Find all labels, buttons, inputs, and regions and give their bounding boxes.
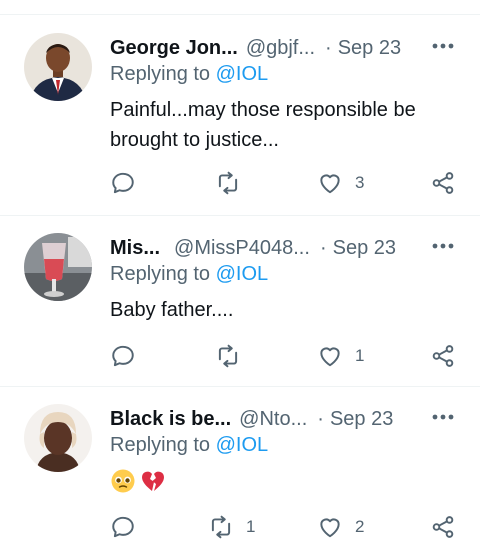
divider <box>0 386 480 387</box>
tweet-date[interactable]: Sep 23 <box>338 37 401 60</box>
retweet-icon <box>218 344 238 368</box>
like-button[interactable]: 3 <box>317 168 364 198</box>
replying-to-label: Replying to <box>110 263 216 285</box>
retweet-button[interactable]: 1 <box>208 512 255 542</box>
like-button[interactable]: 2 <box>317 512 364 542</box>
avatar[interactable] <box>24 33 92 101</box>
like-button[interactable]: 1 <box>317 341 364 371</box>
broken-heart-emoji <box>142 471 164 491</box>
retweet-icon <box>211 515 231 539</box>
reply-button[interactable] <box>110 512 136 542</box>
replying-to-line: Replying to @IOL <box>110 63 268 86</box>
divider <box>0 14 480 15</box>
mention-link[interactable]: @IOL <box>216 434 269 456</box>
mention-link[interactable]: @IOL <box>216 263 269 285</box>
reply-tweet[interactable]: Black is be... @Nto... · Sep 23 Replying… <box>0 404 480 554</box>
replying-to-line: Replying to @IOL <box>110 263 268 286</box>
mention-link[interactable]: @IOL <box>216 63 269 85</box>
tweet-actions: 3 <box>110 168 460 198</box>
retweet-count: 1 <box>246 517 256 536</box>
avatar[interactable] <box>24 404 92 472</box>
replying-to-line: Replying to @IOL <box>110 434 268 457</box>
user-handle[interactable]: @MissP4048... <box>174 237 310 260</box>
share-icon <box>432 172 454 194</box>
tweet-actions: 1 2 <box>110 512 460 542</box>
replying-to-label: Replying to <box>110 434 216 456</box>
tweet-header: Black is be... @Nto... · Sep 23 <box>110 404 455 434</box>
heart-icon <box>320 174 340 194</box>
tweet-date[interactable]: Sep 23 <box>333 237 396 260</box>
display-name[interactable]: Black is be... <box>110 408 231 431</box>
man-in-suit-avatar <box>24 33 92 101</box>
tweet-text: Painful...may those responsible be broug… <box>110 99 416 151</box>
display-name[interactable]: Mis... <box>110 237 160 260</box>
share-button[interactable] <box>430 168 456 198</box>
heart-icon <box>320 518 340 538</box>
separator: · <box>317 407 324 430</box>
share-icon <box>432 345 454 367</box>
pleading-face-emoji <box>111 469 135 493</box>
drink-glass-avatar <box>24 233 92 301</box>
replying-to-label: Replying to <box>110 63 216 85</box>
like-count: 3 <box>355 173 365 192</box>
reply-button[interactable] <box>110 341 136 371</box>
heart-icon <box>320 347 340 367</box>
display-name[interactable]: George Jon... <box>110 37 238 60</box>
user-handle[interactable]: @Nto... <box>239 408 307 431</box>
retweet-button[interactable] <box>215 341 241 371</box>
separator: · <box>325 36 332 59</box>
retweet-button[interactable] <box>215 168 241 198</box>
reply-icon <box>112 516 134 538</box>
woman-portrait-avatar <box>24 404 92 472</box>
share-icon <box>432 516 454 538</box>
tweet-header: Mis... @MissP4048... · Sep 23 <box>110 233 455 263</box>
reply-tweet[interactable]: George Jon... @gbjf... · Sep 23 Replying… <box>0 33 480 213</box>
more-dots-icon <box>432 43 454 49</box>
divider <box>0 215 480 216</box>
tweet-actions: 1 <box>110 341 460 371</box>
share-button[interactable] <box>430 512 456 542</box>
reply-icon <box>112 345 134 367</box>
like-count: 1 <box>355 346 365 365</box>
share-button[interactable] <box>430 341 456 371</box>
reply-tweet[interactable]: Mis... @MissP4048... · Sep 23 Replying t… <box>0 233 480 383</box>
separator: · <box>319 236 327 259</box>
tweet-header: George Jon... @gbjf... · Sep 23 <box>110 33 455 63</box>
reply-button[interactable] <box>110 168 136 198</box>
more-options-button[interactable] <box>430 236 456 256</box>
user-handle[interactable]: @gbjf... <box>246 37 315 60</box>
more-options-button[interactable] <box>430 36 456 56</box>
more-dots-icon <box>432 243 454 249</box>
more-dots-icon <box>432 414 454 420</box>
tweet-emojis <box>110 466 166 496</box>
tweet-date[interactable]: Sep 23 <box>330 408 393 431</box>
reply-timeline: George Jon... @gbjf... · Sep 23 Replying… <box>0 0 480 556</box>
reply-icon <box>112 172 134 194</box>
avatar[interactable] <box>24 233 92 301</box>
like-count: 2 <box>355 517 365 536</box>
retweet-icon <box>218 171 238 195</box>
tweet-text: Baby father.... <box>110 299 234 321</box>
more-options-button[interactable] <box>430 407 456 427</box>
